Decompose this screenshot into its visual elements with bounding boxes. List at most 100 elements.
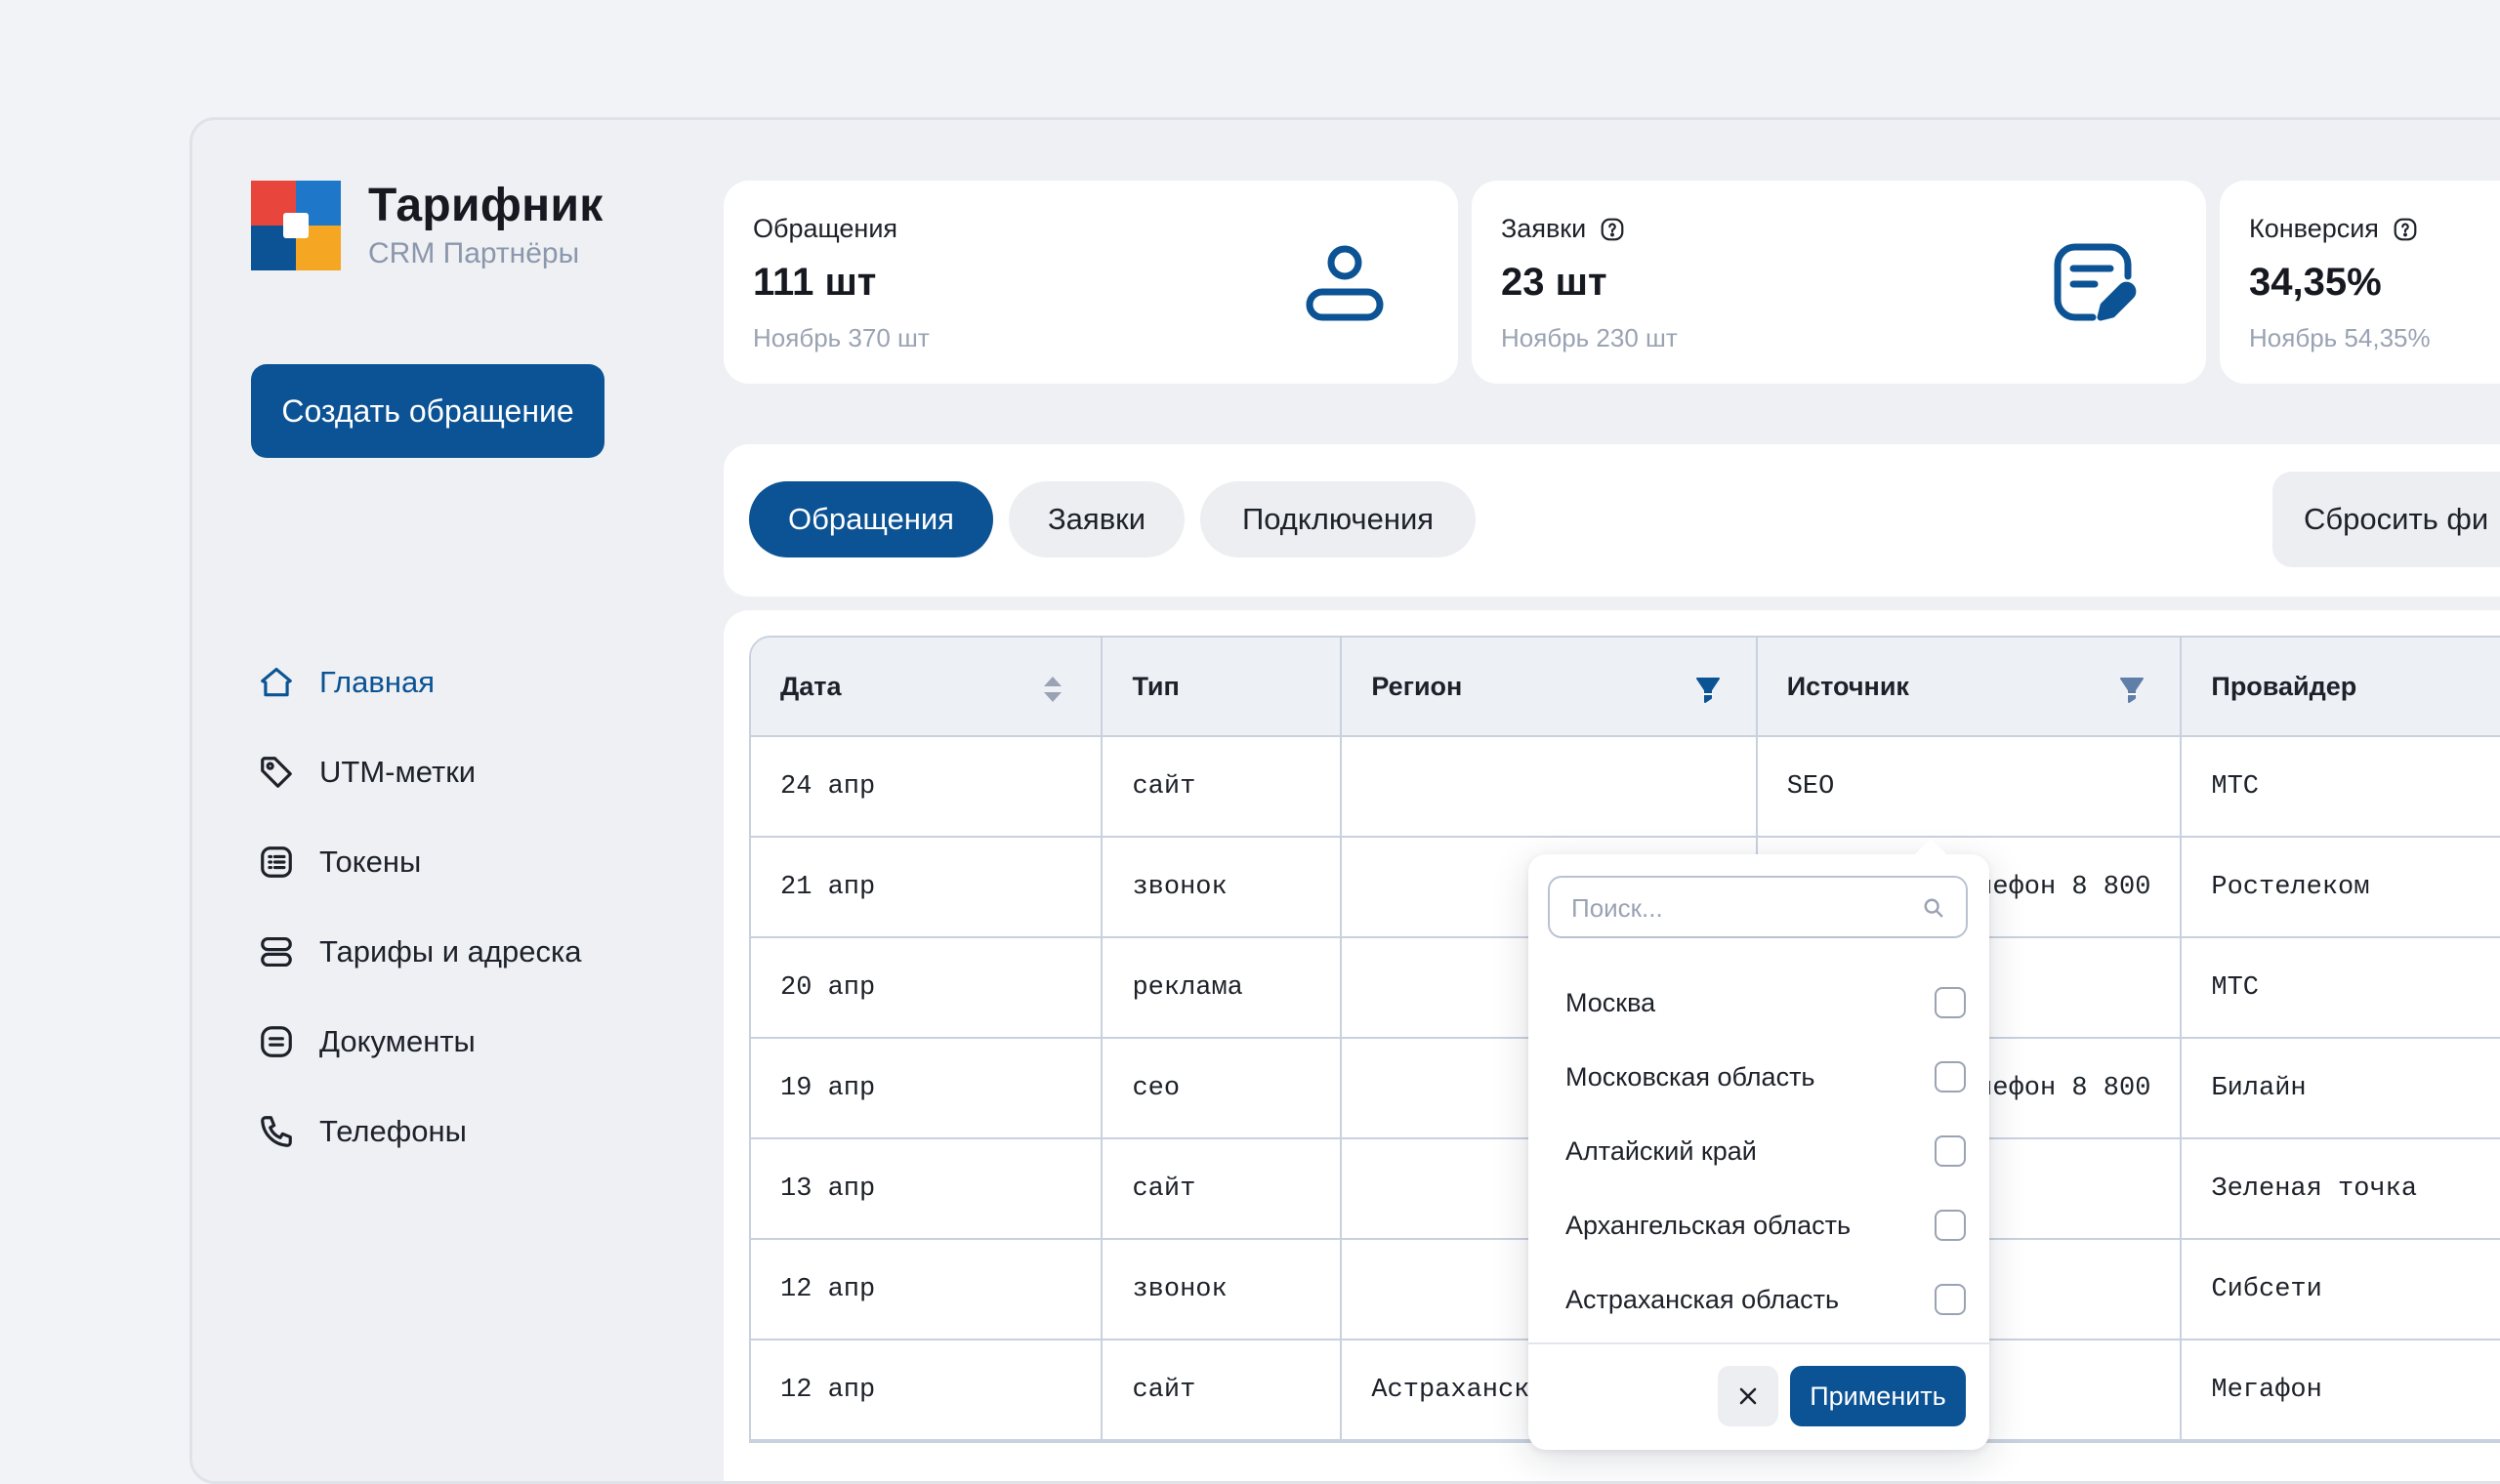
sidebar-item-label: Документы bbox=[319, 1024, 476, 1058]
cell-region bbox=[1342, 737, 1758, 838]
stat-value: 34,35% bbox=[2249, 261, 2382, 304]
cell-provider: МТС bbox=[2182, 737, 2500, 838]
cell-provider: Сибсети bbox=[2182, 1240, 2500, 1340]
cell-type: сайт bbox=[1103, 1139, 1343, 1240]
region-option-label: Московская область bbox=[1565, 1061, 1815, 1092]
apply-filter-button[interactable]: Применить bbox=[1790, 1366, 1966, 1426]
cell-type: реклама bbox=[1103, 938, 1343, 1039]
sidebar-item-label: Токены bbox=[319, 845, 422, 879]
region-search-field[interactable] bbox=[1548, 876, 1968, 938]
cell-date: 20 апр bbox=[751, 938, 1104, 1039]
region-checkbox[interactable] bbox=[1935, 1135, 1966, 1167]
sort-icon[interactable] bbox=[1040, 675, 1065, 704]
cell-date: 12 апр bbox=[751, 1240, 1104, 1340]
column-header-source[interactable]: Источник bbox=[1757, 638, 2183, 737]
tab-applications[interactable]: Заявки bbox=[1009, 481, 1185, 557]
clear-filter-button[interactable] bbox=[1718, 1366, 1778, 1426]
stat-subtext: Ноябрь 54,35% bbox=[2249, 323, 2431, 352]
stat-label: Конверсия bbox=[2249, 214, 2379, 243]
brand-title: Тарифник bbox=[368, 180, 604, 231]
cell-type: звонок bbox=[1103, 1240, 1343, 1340]
sidebar-item-tariffs[interactable]: Тарифы и адреска bbox=[257, 907, 581, 997]
cell-date: 21 апр bbox=[751, 838, 1104, 938]
database-icon bbox=[257, 932, 296, 971]
list-icon bbox=[257, 843, 296, 882]
cell-date: 24 апр bbox=[751, 737, 1104, 838]
filter-icon[interactable] bbox=[2119, 675, 2145, 704]
region-option[interactable]: Алтайский край bbox=[1565, 1124, 1966, 1178]
stat-value: 111 шт bbox=[753, 261, 877, 304]
table-header-row: Дата Тип Регион Источник Провайдер bbox=[751, 638, 2500, 737]
stat-label: Заявки bbox=[1501, 214, 1587, 243]
cell-type: сео bbox=[1103, 1039, 1343, 1139]
sidebar-item-home[interactable]: Главная bbox=[257, 638, 581, 727]
sidebar-item-label: Главная bbox=[319, 665, 435, 699]
region-option[interactable]: Москва bbox=[1565, 975, 1966, 1030]
region-search-input[interactable] bbox=[1571, 889, 1923, 927]
close-icon bbox=[1739, 1387, 1757, 1405]
search-icon bbox=[1924, 898, 1943, 918]
region-option-label: Москва bbox=[1565, 987, 1656, 1017]
sidebar-item-label: Тарифы и адреска bbox=[319, 934, 582, 969]
stat-value: 23 шт bbox=[1501, 261, 1607, 304]
cell-provider: МТС bbox=[2182, 938, 2500, 1039]
phone-icon bbox=[257, 1112, 296, 1151]
region-checkbox[interactable] bbox=[1935, 1210, 1966, 1241]
region-filter-dropdown: Москва Московская область Алтайский край… bbox=[1528, 839, 1989, 1450]
table-row[interactable]: 24 апр сайт SEO МТС bbox=[751, 737, 2500, 838]
region-option[interactable]: Московская область bbox=[1565, 1050, 1966, 1104]
tag-icon bbox=[257, 753, 296, 792]
stat-card-conversion: Конверсия 34,35% Ноябрь 54,35% bbox=[2220, 181, 2500, 384]
user-icon bbox=[1306, 245, 1384, 321]
column-header-provider[interactable]: Провайдер bbox=[2182, 638, 2500, 737]
cell-type: звонок bbox=[1103, 838, 1343, 938]
column-header-date[interactable]: Дата bbox=[751, 638, 1104, 737]
region-option-label: Астраханская область bbox=[1565, 1284, 1840, 1314]
stat-label: Обращения bbox=[753, 214, 898, 243]
sidebar-item-documents[interactable]: Документы bbox=[257, 997, 581, 1087]
cell-source: SEO bbox=[1757, 737, 2183, 838]
cell-provider: Зеленая точка bbox=[2182, 1139, 2500, 1240]
region-checkbox[interactable] bbox=[1935, 987, 1966, 1018]
brand[interactable]: Тарифник CRM Партнёры bbox=[251, 181, 604, 270]
column-header-region[interactable]: Регион bbox=[1342, 638, 1758, 737]
stat-subtext: Ноябрь 230 шт bbox=[1501, 323, 1678, 352]
tab-requests[interactable]: Обращения bbox=[749, 481, 993, 557]
region-option[interactable]: Архангельская область bbox=[1565, 1198, 1966, 1253]
reset-filters-button[interactable]: Сбросить фи bbox=[2272, 472, 2500, 567]
dropdown-pointer bbox=[1915, 839, 1946, 854]
tabs-panel: Обращения Заявки Подключения Сбросить фи bbox=[724, 444, 2500, 597]
home-icon bbox=[257, 663, 296, 702]
sidebar-item-label: Телефоны bbox=[319, 1114, 467, 1148]
cell-date: 13 апр bbox=[751, 1139, 1104, 1240]
sidebar-item-label: UTM-метки bbox=[319, 755, 477, 789]
sidebar-item-tokens[interactable]: Токены bbox=[257, 817, 581, 907]
region-option-label: Алтайский край bbox=[1565, 1135, 1757, 1166]
region-checkbox[interactable] bbox=[1935, 1061, 1966, 1092]
region-option[interactable]: Астраханская область bbox=[1565, 1272, 1966, 1327]
brand-subtitle: CRM Партнёры bbox=[368, 237, 580, 269]
create-request-button[interactable]: Создать обращение bbox=[251, 364, 604, 458]
sidebar-item-utm[interactable]: UTM-метки bbox=[257, 727, 581, 817]
cell-provider: Билайн bbox=[2182, 1039, 2500, 1139]
stat-card-requests: Обращения 111 шт Ноябрь 370 шт bbox=[724, 181, 1458, 384]
cell-provider: Ростелеком bbox=[2182, 838, 2500, 938]
cell-provider: Мегафон bbox=[2182, 1340, 2500, 1441]
edit-note-icon bbox=[2054, 243, 2137, 321]
cell-type: сайт bbox=[1103, 737, 1343, 838]
document-icon bbox=[257, 1022, 296, 1061]
region-checkbox[interactable] bbox=[1935, 1284, 1966, 1315]
cell-type: сайт bbox=[1103, 1340, 1343, 1441]
column-header-type[interactable]: Тип bbox=[1103, 638, 1343, 737]
filter-icon[interactable] bbox=[1695, 675, 1721, 704]
region-option-label: Архангельская область bbox=[1565, 1210, 1852, 1240]
stat-card-applications: Заявки 23 шт Ноябрь 230 шт bbox=[1472, 181, 2206, 384]
help-icon[interactable] bbox=[2393, 217, 2418, 242]
logo-icon bbox=[251, 181, 341, 270]
stat-subtext: Ноябрь 370 шт bbox=[753, 323, 930, 352]
sidebar-item-phones[interactable]: Телефоны bbox=[257, 1087, 581, 1176]
sidebar-nav: Главная UTM-метки Токены Тарифы и адреск… bbox=[257, 638, 581, 1176]
tab-connections[interactable]: Подключения bbox=[1200, 481, 1476, 557]
cell-date: 19 апр bbox=[751, 1039, 1104, 1139]
help-icon[interactable] bbox=[1600, 217, 1625, 242]
